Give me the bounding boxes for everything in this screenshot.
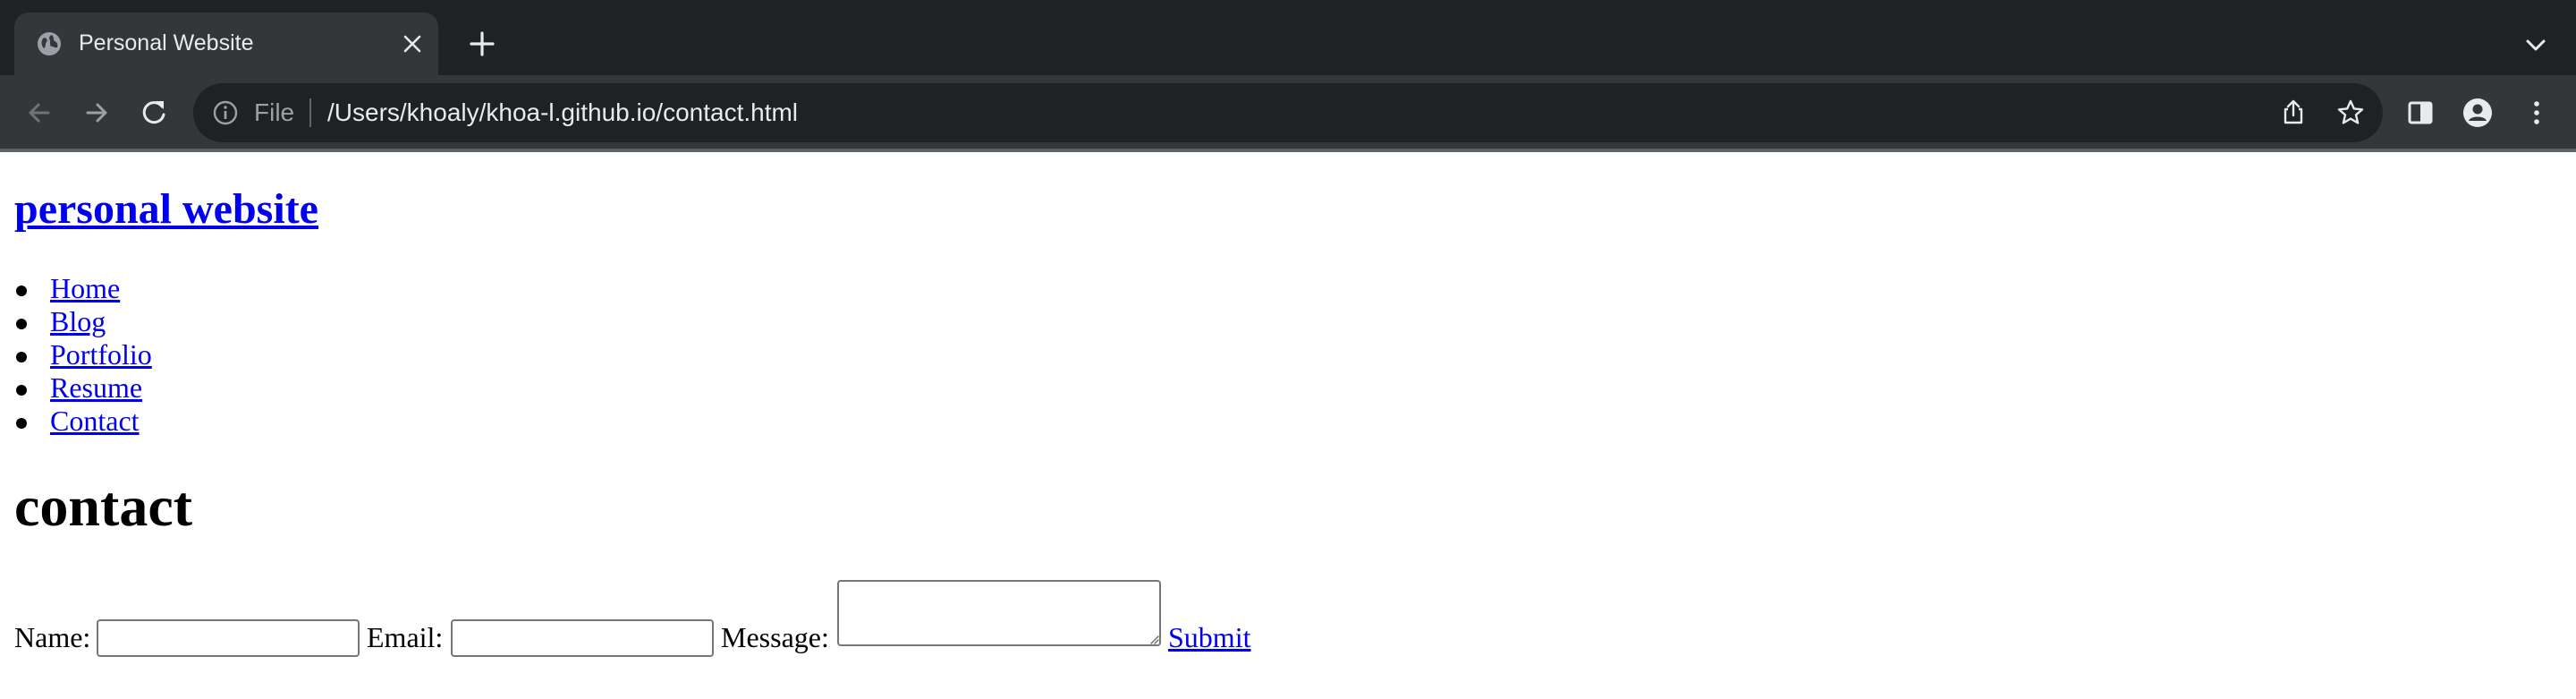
main-nav: Home Blog Portfolio Resume Contact	[16, 272, 152, 438]
tab-title: Personal Website	[79, 30, 254, 55]
nav-link-home[interactable]: Home	[50, 272, 120, 304]
message-label: Message:	[721, 621, 829, 653]
nav-item-blog: Blog	[16, 305, 152, 338]
side-panel-icon[interactable]	[2401, 93, 2440, 132]
kebab-menu-icon[interactable]	[2517, 93, 2556, 132]
nav-item-resume: Resume	[16, 371, 152, 405]
email-input[interactable]	[451, 619, 714, 657]
profile-icon[interactable]	[2458, 93, 2497, 132]
page-content: personal website Home Blog Portfolio Res…	[0, 152, 2576, 699]
nav-item-contact: Contact	[16, 405, 152, 438]
nav-item-portfolio: Portfolio	[16, 338, 152, 371]
browser-toolbar: File /Users/khoaly/khoa-l.github.io/cont…	[0, 75, 2576, 150]
url-text[interactable]: /Users/khoaly/khoa-l.github.io/contact.h…	[327, 96, 798, 130]
resize-grip-icon[interactable]	[1148, 634, 1159, 644]
nav-link-blog[interactable]: Blog	[50, 305, 106, 337]
address-bar[interactable]: File /Users/khoaly/khoa-l.github.io/cont…	[193, 83, 2383, 142]
forward-arrow-icon[interactable]	[77, 93, 116, 132]
site-title: personal website	[14, 184, 318, 234]
nav-item-home: Home	[16, 272, 152, 305]
reload-icon[interactable]	[134, 93, 174, 132]
info-icon[interactable]	[211, 98, 240, 127]
omnibox-divider	[309, 98, 311, 127]
share-icon[interactable]	[2277, 97, 2309, 129]
site-title-link[interactable]: personal website	[14, 185, 318, 233]
nav-link-resume[interactable]: Resume	[50, 371, 142, 404]
name-input[interactable]	[97, 619, 360, 657]
browser-tabstrip: Personal Website	[0, 0, 2576, 75]
nav-link-portfolio[interactable]: Portfolio	[50, 338, 152, 371]
name-label: Name:	[14, 621, 91, 653]
star-icon[interactable]	[2334, 97, 2367, 129]
submit-link[interactable]: Submit	[1168, 619, 1250, 655]
back-arrow-icon[interactable]	[20, 93, 59, 132]
globe-icon	[38, 32, 61, 55]
new-tab-plus-icon[interactable]	[465, 27, 499, 61]
chevron-down-icon[interactable]	[2521, 30, 2551, 61]
nav-link-contact[interactable]: Contact	[50, 405, 140, 437]
message-textarea[interactable]	[837, 580, 1161, 646]
close-icon[interactable]	[401, 32, 424, 55]
page-heading: contact	[14, 474, 193, 538]
active-tab[interactable]: Personal Website	[14, 13, 438, 75]
email-label: Email:	[367, 621, 444, 653]
scheme-label: File	[254, 98, 295, 126]
